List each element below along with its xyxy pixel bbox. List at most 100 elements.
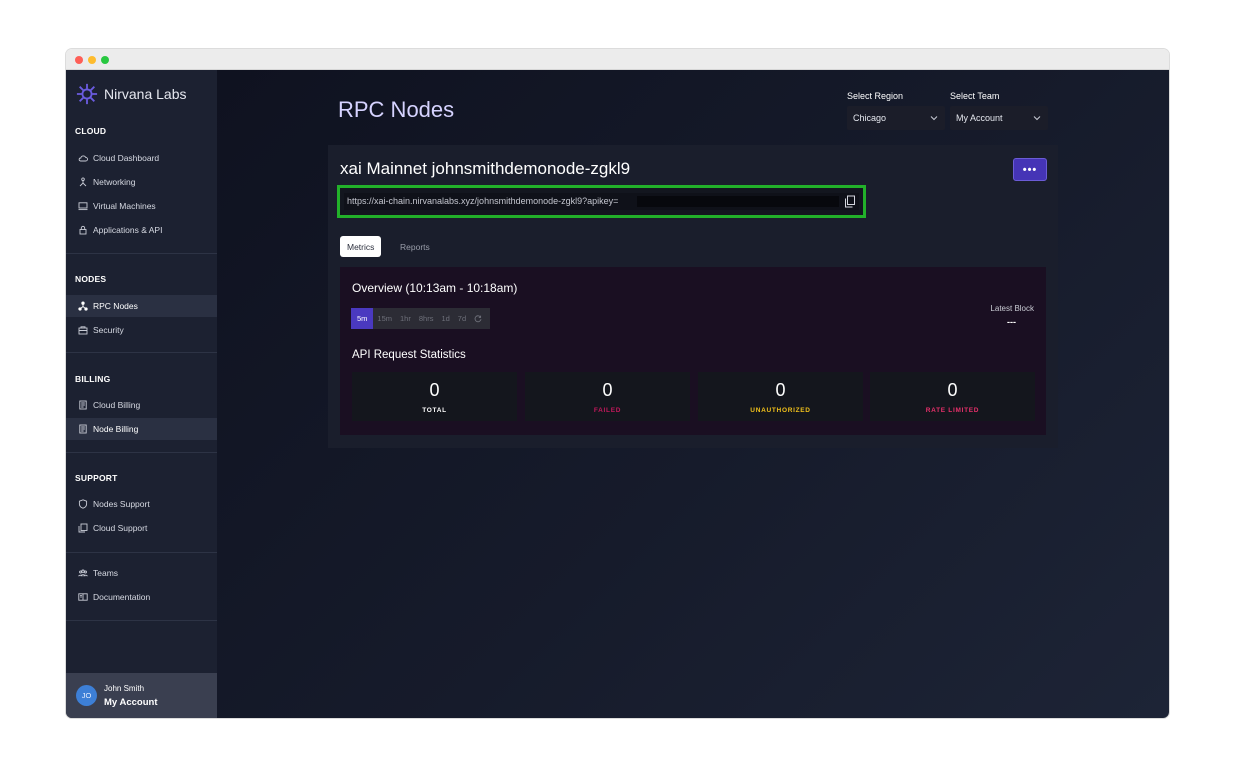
user-account-block[interactable]: JO John Smith My Account: [66, 673, 217, 718]
network-icon: [78, 177, 88, 187]
tab-metrics[interactable]: Metrics: [340, 236, 382, 257]
sidebar-item-label: Networking: [93, 177, 136, 187]
sidebar-item-label: Cloud Support: [93, 523, 148, 533]
stat-value: 0: [775, 380, 786, 400]
sidebar-item-label: Cloud Dashboard: [93, 153, 160, 163]
user-account-label: My Account: [104, 697, 158, 708]
sidebar-divider: [66, 452, 217, 453]
region-select-label: Select Region: [847, 91, 904, 101]
maximize-window-button[interactable]: [101, 56, 109, 64]
sidebar-item-security[interactable]: Security: [66, 319, 217, 341]
close-window-button[interactable]: [75, 56, 83, 64]
sidebar-item-cloud-support[interactable]: Cloud Support: [66, 517, 217, 539]
region-select[interactable]: Chicago: [847, 106, 945, 130]
cloud-icon: [78, 153, 88, 163]
range-15m-button[interactable]: 15m: [373, 308, 396, 329]
chevron-down-icon: [1033, 116, 1041, 121]
nirvana-logo-icon: [76, 83, 98, 105]
range-1d-button[interactable]: 1d: [437, 308, 453, 329]
sidebar-item-rpc-nodes[interactable]: RPC Nodes: [66, 295, 217, 317]
sidebar-item-documentation[interactable]: Documentation: [66, 586, 217, 608]
monitor-icon: [78, 201, 88, 211]
sidebar-item-node-billing[interactable]: Node Billing: [66, 418, 217, 440]
team-select-label: Select Team: [950, 91, 1000, 101]
endpoint-url-field[interactable]: https://xai-chain.nirvanalabs.xyz/johnsm…: [344, 193, 859, 210]
range-7d-button[interactable]: 7d: [454, 308, 470, 329]
stat-label: RATE LIMITED: [925, 407, 980, 414]
book-icon: [78, 592, 88, 602]
lock-icon: [78, 225, 88, 235]
section-title-billing: BILLING: [75, 374, 111, 384]
brand-logo[interactable]: Nirvana Labs: [76, 82, 187, 106]
stat-label: FAILED: [593, 407, 622, 414]
redacted-api-key: [637, 196, 839, 207]
avatar: JO: [76, 685, 97, 706]
endpoint-url-text: https://xai-chain.nirvanalabs.xyz/johnsm…: [347, 196, 619, 206]
section-title-nodes: NODES: [75, 274, 107, 284]
node-title: xai Mainnet johnsmithdemonode-zgkl9: [340, 159, 631, 178]
latest-block-label: Latest Block: [990, 304, 1034, 313]
refresh-icon: [474, 314, 482, 322]
shield-icon: [78, 499, 88, 509]
sidebar-divider: [66, 352, 217, 353]
range-5m-button[interactable]: 5m: [351, 308, 374, 329]
sidebar-item-label: Applications & API: [93, 225, 163, 235]
user-name: John Smith: [104, 684, 145, 693]
team-select-value: My Account: [956, 113, 1003, 123]
overview-title: Overview (10:13am - 10:18am): [352, 281, 518, 295]
sidebar-divider: [66, 620, 217, 621]
range-1hr-button[interactable]: 1hr: [396, 308, 415, 329]
endpoint-url-highlight: https://xai-chain.nirvanalabs.xyz/johnsm…: [337, 185, 866, 218]
copy-icon[interactable]: [844, 195, 856, 208]
sidebar-item-virtual-machines[interactable]: Virtual Machines: [66, 195, 217, 217]
range-8hrs-button[interactable]: 8hrs: [415, 308, 438, 329]
sidebar-item-label: Node Billing: [93, 424, 139, 434]
copy-icon: [78, 523, 88, 533]
sidebar-item-label: Nodes Support: [93, 499, 150, 509]
sidebar: Nirvana Labs CLOUD Cloud Dashboard Netwo…: [66, 70, 217, 718]
app-window: Nirvana Labs CLOUD Cloud Dashboard Netwo…: [66, 49, 1169, 718]
latest-block-value: ---: [1007, 317, 1016, 327]
stat-card-rate-limited: 0 RATE LIMITED: [870, 372, 1035, 421]
section-title-support: SUPPORT: [75, 473, 118, 483]
stat-card-total: 0 TOTAL: [352, 372, 517, 421]
sidebar-item-label: Cloud Billing: [93, 400, 141, 410]
sidebar-item-applications-api[interactable]: Applications & API: [66, 219, 217, 241]
node-card: xai Mainnet johnsmithdemonode-zgkl9 ••• …: [328, 145, 1058, 448]
window-titlebar: [66, 49, 1169, 70]
sidebar-item-label: Teams: [93, 568, 119, 578]
team-select[interactable]: My Account: [950, 106, 1048, 130]
region-select-value: Chicago: [853, 113, 887, 123]
sidebar-item-nodes-support[interactable]: Nodes Support: [66, 493, 217, 515]
sidebar-item-cloud-dashboard[interactable]: Cloud Dashboard: [66, 147, 217, 169]
sidebar-item-label: Security: [93, 325, 124, 335]
stat-value: 0: [429, 380, 440, 400]
sidebar-item-label: Virtual Machines: [93, 201, 156, 211]
api-stats-title: API Request Statistics: [352, 349, 466, 361]
brand-name: Nirvana Labs: [104, 86, 187, 102]
security-icon: [78, 325, 88, 335]
team-icon: [78, 568, 88, 578]
stat-card-failed: 0 FAILED: [525, 372, 690, 421]
time-range-selector: 5m 15m 1hr 8hrs 1d 7d: [351, 308, 491, 329]
sidebar-item-teams[interactable]: Teams: [66, 562, 217, 584]
sidebar-item-networking[interactable]: Networking: [66, 171, 217, 193]
minimize-window-button[interactable]: [88, 56, 96, 64]
main-content: RPC Nodes Select Region Chicago Select T…: [217, 70, 1169, 718]
stat-card-unauthorized: 0 UNAUTHORIZED: [698, 372, 863, 421]
metrics-panel: Overview (10:13am - 10:18am) 5m 15m 1hr …: [340, 267, 1046, 435]
more-options-button[interactable]: •••: [1013, 158, 1047, 181]
stat-value: 0: [602, 380, 613, 400]
stat-label: UNAUTHORIZED: [750, 407, 811, 414]
stat-label: TOTAL: [422, 407, 447, 414]
section-title-cloud: CLOUD: [75, 126, 107, 136]
refresh-button[interactable]: [470, 308, 486, 329]
sidebar-divider: [66, 552, 217, 553]
nodes-icon: [78, 301, 88, 311]
sidebar-item-label: Documentation: [93, 592, 151, 602]
sidebar-item-cloud-billing[interactable]: Cloud Billing: [66, 394, 217, 416]
receipt-icon: [78, 424, 88, 434]
tab-reports[interactable]: Reports: [393, 236, 437, 257]
receipt-icon: [78, 400, 88, 410]
sidebar-divider: [66, 253, 217, 254]
